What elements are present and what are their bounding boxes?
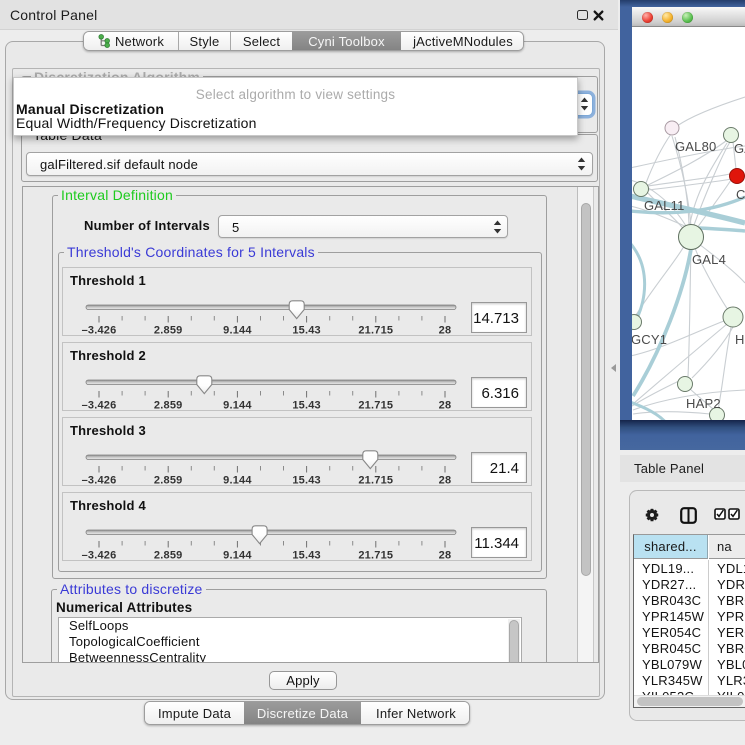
svg-text:C.: C. xyxy=(736,187,745,202)
svg-text:28: 28 xyxy=(439,550,452,562)
svg-text:2.859: 2.859 xyxy=(154,325,183,337)
svg-text:15.43: 15.43 xyxy=(292,400,321,412)
svg-text:2.859: 2.859 xyxy=(154,475,183,487)
svg-text:28: 28 xyxy=(439,325,452,337)
svg-text:GAL11: GAL11 xyxy=(644,198,685,213)
svg-text:2.859: 2.859 xyxy=(154,550,183,562)
svg-text:GAL80: GAL80 xyxy=(675,139,716,154)
svg-text:21.715: 21.715 xyxy=(358,325,393,337)
svg-text:–3.426: –3.426 xyxy=(82,400,117,412)
svg-text:28: 28 xyxy=(439,475,452,487)
svg-text:21.715: 21.715 xyxy=(358,550,393,562)
svg-text:GAL4: GAL4 xyxy=(692,252,726,267)
svg-text:2.859: 2.859 xyxy=(154,400,183,412)
svg-text:GA: GA xyxy=(734,141,745,156)
svg-text:–3.426: –3.426 xyxy=(82,475,117,487)
svg-text:9.144: 9.144 xyxy=(223,550,252,562)
svg-text:9.144: 9.144 xyxy=(223,400,252,412)
svg-text:GCY1: GCY1 xyxy=(632,332,667,347)
svg-text:–3.426: –3.426 xyxy=(82,550,117,562)
svg-text:9.144: 9.144 xyxy=(223,475,252,487)
svg-text:15.43: 15.43 xyxy=(292,550,321,562)
svg-text:9.144: 9.144 xyxy=(223,325,252,337)
svg-text:21.715: 21.715 xyxy=(358,475,393,487)
svg-text:15.43: 15.43 xyxy=(292,325,321,337)
svg-text:15.43: 15.43 xyxy=(292,475,321,487)
svg-text:HAP2: HAP2 xyxy=(686,396,721,411)
svg-text:21.715: 21.715 xyxy=(358,400,393,412)
svg-text:–3.426: –3.426 xyxy=(82,325,117,337)
svg-text:28: 28 xyxy=(439,400,452,412)
svg-text:H: H xyxy=(735,332,745,347)
